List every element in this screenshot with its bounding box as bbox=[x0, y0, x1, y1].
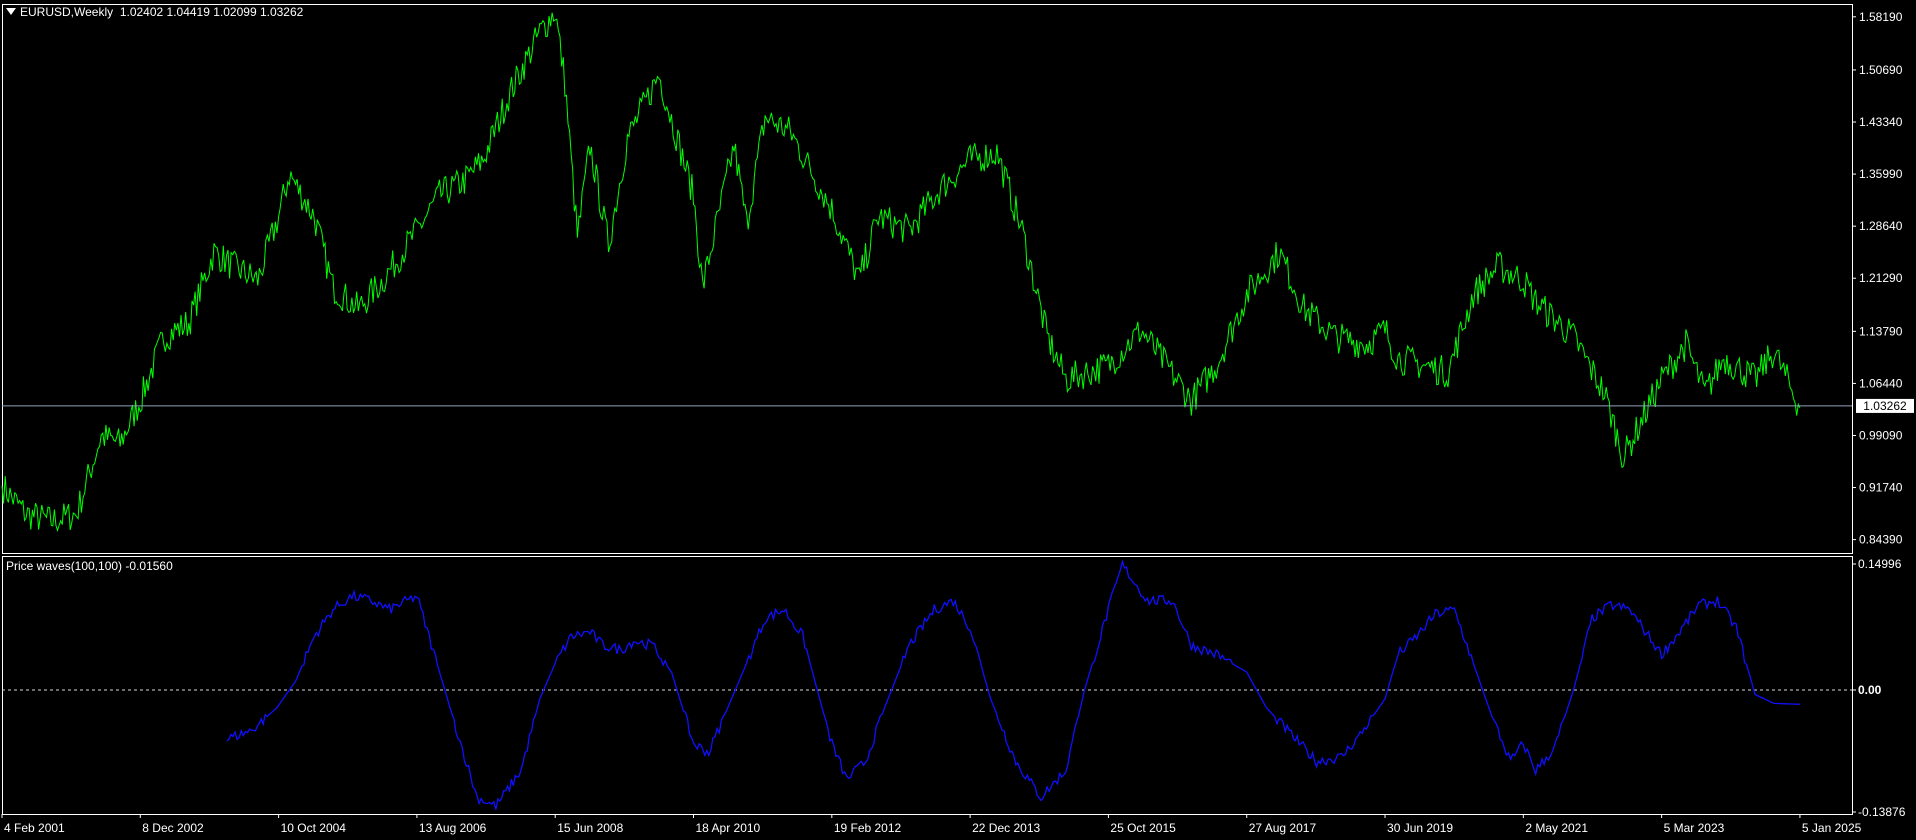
main-chart-header: EURUSD,Weekly 1.02402 1.04419 1.02099 1.… bbox=[6, 5, 303, 19]
wave-series-line bbox=[226, 558, 1800, 810]
ind-y-tick-label: 0.00 bbox=[1858, 683, 1882, 697]
x-tick-label: 25 Oct 2015 bbox=[1110, 821, 1176, 835]
y-tick-label: 0.91740 bbox=[1859, 481, 1903, 495]
y-tick-label: 1.50690 bbox=[1859, 63, 1903, 77]
indicator-header: Price waves(100,100) -0.01560 bbox=[6, 559, 173, 573]
x-tick-label: 10 Oct 2004 bbox=[281, 821, 347, 835]
chart-canvas[interactable]: 1.03262 1.58190 1.50690 1.43340 1.35990 1.286… bbox=[0, 0, 1916, 840]
x-tick-label: 13 Aug 2006 bbox=[419, 821, 487, 835]
bid-price-label: 1.03262 bbox=[1863, 399, 1907, 413]
x-tick-label: 15 Jun 2008 bbox=[557, 821, 623, 835]
ohlc-values: 1.02402 1.04419 1.02099 1.03262 bbox=[119, 5, 304, 19]
y-tick-label: 1.28640 bbox=[1859, 219, 1903, 233]
main-panel-frame bbox=[2, 4, 1853, 554]
x-tick-label: 2 May 2021 bbox=[1525, 821, 1588, 835]
x-tick-label: 19 Feb 2012 bbox=[834, 821, 902, 835]
y-tick-label: 1.35990 bbox=[1859, 167, 1903, 181]
y-tick-label: 1.06440 bbox=[1859, 376, 1903, 390]
x-tick-label: 22 Dec 2013 bbox=[972, 821, 1040, 835]
y-tick-label: 1.13790 bbox=[1859, 324, 1903, 338]
y-tick-label: 1.58190 bbox=[1859, 10, 1903, 24]
triangle-down-icon[interactable] bbox=[6, 8, 16, 16]
indicator-value: -0.01560 bbox=[125, 559, 173, 573]
indicator-label: Price waves(100,100) bbox=[6, 559, 123, 573]
x-tick-label: 27 Aug 2017 bbox=[1249, 821, 1317, 835]
y-tick-label: 1.43340 bbox=[1859, 115, 1903, 129]
x-tick-label: 30 Jun 2019 bbox=[1387, 821, 1453, 835]
x-tick-label: 5 Mar 2023 bbox=[1664, 821, 1725, 835]
x-tick-label: 8 Dec 2002 bbox=[142, 821, 204, 835]
ind-y-tick-label: -0.13876 bbox=[1858, 805, 1906, 819]
ind-y-tick-label: 0.14996 bbox=[1858, 557, 1902, 571]
y-tick-label: 1.21290 bbox=[1859, 271, 1903, 285]
x-tick-label: 4 Feb 2001 bbox=[4, 821, 65, 835]
x-tick-label: 5 Jan 2025 bbox=[1802, 821, 1862, 835]
symbol-label: EURUSD,Weekly bbox=[20, 5, 114, 19]
price-series-line bbox=[1, 12, 1801, 533]
y-tick-label: 0.99090 bbox=[1859, 428, 1903, 442]
y-tick-label: 0.84390 bbox=[1859, 533, 1903, 547]
x-tick-label: 18 Apr 2010 bbox=[696, 821, 761, 835]
